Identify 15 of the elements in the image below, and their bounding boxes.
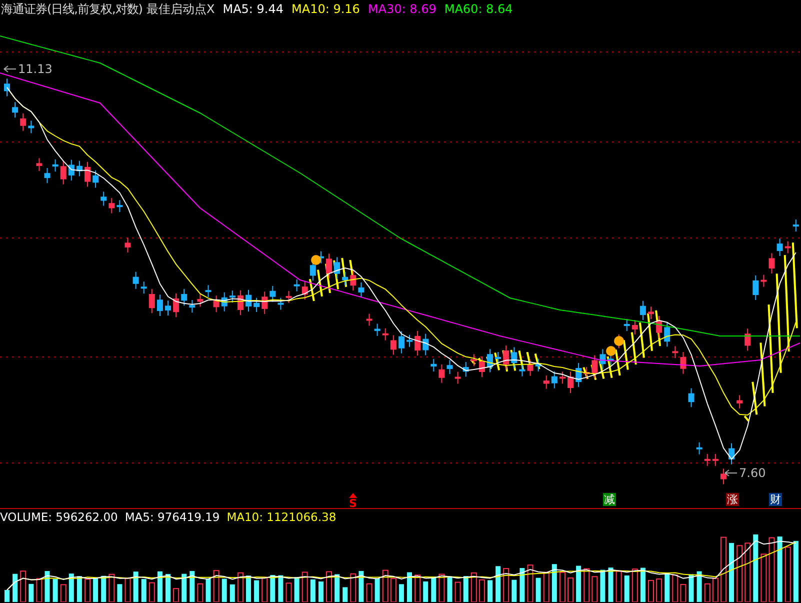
volume-reading: MA5: 976419.19: [124, 510, 220, 524]
volume-reading: VOLUME: 596262.00: [0, 510, 118, 524]
signal-badge: 减: [603, 493, 616, 506]
moving-average-reading: MA5: 9.44: [222, 2, 284, 16]
moving-average-reading: MA10: 9.16: [292, 2, 360, 16]
moving-average-reading: MA60: 8.64: [444, 2, 513, 16]
indicator-name: 最佳启动点X: [146, 0, 215, 18]
moving-average-reading: MA30: 8.69: [368, 2, 436, 16]
signal-badge: 涨: [726, 493, 739, 506]
signal-marker: S: [349, 498, 357, 509]
signal-badge: 财: [769, 493, 782, 506]
security-title: 海通证券(日线,前复权,对数): [1, 0, 142, 18]
volume-reading: MA10: 1121066.38: [226, 510, 336, 524]
price-label: 11.13: [18, 62, 52, 76]
price-label: 7.60: [739, 466, 766, 480]
